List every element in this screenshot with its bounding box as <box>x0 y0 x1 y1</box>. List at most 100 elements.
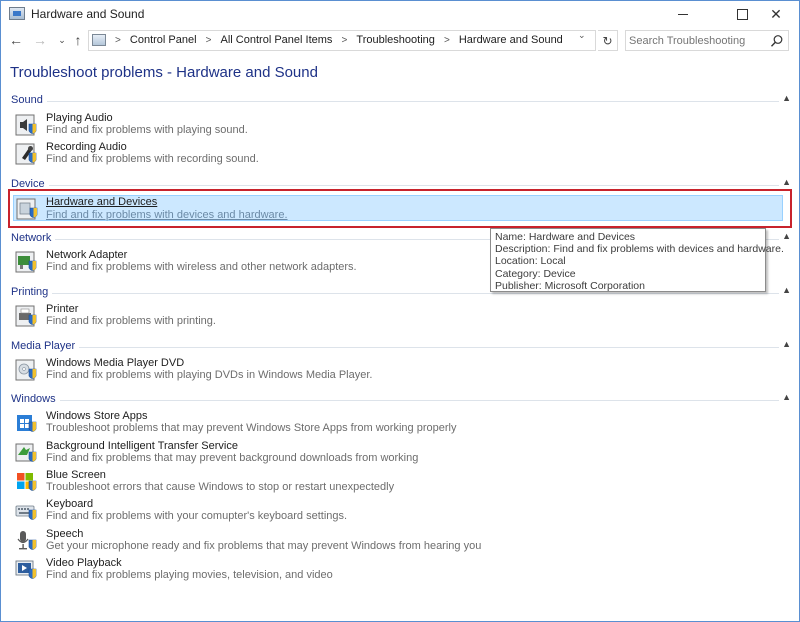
network-adapter-icon <box>15 251 37 273</box>
item-description: Find and fix problems with playing DVDs … <box>46 369 373 381</box>
tooltip: Name: Hardware and Devices Description: … <box>490 228 784 292</box>
address-dropdown-button[interactable]: ⌄ <box>578 30 586 41</box>
item-name[interactable]: Video Playback <box>46 557 122 569</box>
divider <box>11 185 779 186</box>
group-header-sound[interactable]: Sound ▲ <box>11 93 791 108</box>
tooltip-category: Category: Device <box>495 267 576 280</box>
speech-microphone-icon <box>17 531 37 550</box>
item-name[interactable]: Blue Screen <box>46 469 106 481</box>
item-description: Find and fix problems with devices and h… <box>46 209 288 221</box>
breadcrumb-separator: > <box>341 35 348 46</box>
troubleshooter-playing-audio[interactable]: Playing Audio Find and fix problems with… <box>15 111 783 139</box>
item-name[interactable]: Recording Audio <box>46 141 127 153</box>
troubleshooter-speech[interactable]: Speech Get your microphone ready and fix… <box>15 527 783 555</box>
keyboard-icon <box>15 505 37 520</box>
breadcrumb-control-panel[interactable]: Control Panel <box>130 34 197 46</box>
search-box[interactable] <box>625 30 789 51</box>
dvd-icon <box>15 359 37 381</box>
collapse-chevron-icon[interactable]: ▲ <box>782 285 791 295</box>
store-icon <box>17 415 37 432</box>
forward-button[interactable]: → <box>31 31 49 49</box>
troubleshooter-background-intelligent-transfer-service[interactable]: Background Intelligent Transfer Service … <box>15 439 783 467</box>
control-panel-icon <box>9 7 25 20</box>
item-name[interactable]: Playing Audio <box>46 112 113 124</box>
window-title: Hardware and Sound <box>31 7 145 21</box>
group-header-label: Network <box>11 232 56 244</box>
collapse-chevron-icon[interactable]: ▲ <box>782 392 791 402</box>
item-description: Find and fix problems with printing. <box>46 315 216 327</box>
troubleshooter-printer[interactable]: Printer Find and fix problems with print… <box>15 302 783 330</box>
item-description: Find and fix problems with recording sou… <box>46 153 259 165</box>
item-name[interactable]: Hardware and Devices <box>46 196 157 208</box>
divider <box>11 101 779 102</box>
troubleshooter-hardware-and-devices[interactable]: Hardware and Devices Find and fix proble… <box>13 195 783 221</box>
title-bar: Hardware and Sound ✕ <box>1 1 799 27</box>
group-header-label: Media Player <box>11 340 80 352</box>
item-description: Troubleshoot problems that may prevent W… <box>46 422 457 434</box>
item-name[interactable]: Windows Media Player DVD <box>46 357 184 369</box>
microphone-icon <box>15 143 37 165</box>
troubleshooter-blue-screen[interactable]: Blue Screen Troubleshoot errors that cau… <box>15 468 783 496</box>
item-description: Find and fix problems playing movies, te… <box>46 569 333 581</box>
group-header-windows[interactable]: Windows ▲ <box>11 392 791 407</box>
tooltip-location: Location: Local <box>495 255 566 268</box>
group-header-device[interactable]: Device ▲ <box>11 177 791 192</box>
window: Hardware and Sound ✕ ← → ⌄ ↑ > Control P… <box>0 0 800 622</box>
item-name[interactable]: Keyboard <box>46 498 93 510</box>
group-header-label: Device <box>11 178 49 190</box>
control-panel-icon <box>92 34 106 46</box>
tooltip-name: Name: Hardware and Devices <box>495 231 636 243</box>
close-button[interactable]: ✕ <box>753 1 799 27</box>
item-description: Troubleshoot errors that cause Windows t… <box>46 481 395 493</box>
troubleshooter-windows-media-player-dvd[interactable]: Windows Media Player DVD Find and fix pr… <box>15 356 783 384</box>
item-description: Find and fix problems with your comupter… <box>46 510 348 522</box>
divider <box>11 293 779 294</box>
breadcrumb-separator: > <box>443 35 450 46</box>
group-header-label: Windows <box>11 393 60 405</box>
breadcrumb: > Control Panel > All Control Panel Item… <box>109 34 563 46</box>
collapse-chevron-icon[interactable]: ▲ <box>782 177 791 187</box>
troubleshooter-windows-store-apps[interactable]: Windows Store Apps Troubleshoot problems… <box>15 409 783 437</box>
item-name[interactable]: Network Adapter <box>46 249 127 261</box>
troubleshooter-recording-audio[interactable]: Recording Audio Find and fix problems wi… <box>15 140 783 168</box>
breadcrumb-separator: > <box>115 35 121 46</box>
page-title: Troubleshoot problems - Hardware and Sou… <box>10 64 318 81</box>
refresh-button[interactable]: ↻ <box>598 30 618 51</box>
item-name[interactable]: Speech <box>46 528 83 540</box>
back-button[interactable]: ← <box>7 31 25 49</box>
group-header-label: Sound <box>11 94 47 106</box>
item-name[interactable]: Background Intelligent Transfer Service <box>46 440 238 452</box>
item-description: Find and fix problems with playing sound… <box>46 124 248 136</box>
search-icon[interactable] <box>770 34 784 48</box>
troubleshooter-keyboard[interactable]: Keyboard Find and fix problems with your… <box>15 497 783 525</box>
divider <box>11 400 779 401</box>
video-icon <box>15 560 37 579</box>
minimize-button[interactable] <box>661 1 707 27</box>
address-bar[interactable]: > Control Panel > All Control Panel Item… <box>88 30 596 51</box>
troubleshooter-video-playback[interactable]: Video Playback Find and fix problems pla… <box>15 556 783 584</box>
transfer-icon <box>15 443 37 462</box>
item-name[interactable]: Printer <box>46 303 78 315</box>
breadcrumb-separator: > <box>205 35 212 46</box>
collapse-chevron-icon[interactable]: ▲ <box>782 93 791 103</box>
breadcrumb-all-control-panel-items[interactable]: All Control Panel Items <box>221 34 333 46</box>
up-button[interactable]: ↑ <box>69 31 87 49</box>
speaker-icon <box>15 114 37 136</box>
breadcrumb-hardware-and-sound[interactable]: Hardware and Sound <box>459 34 563 46</box>
breadcrumb-troubleshooting[interactable]: Troubleshooting <box>356 34 434 46</box>
collapse-chevron-icon[interactable]: ▲ <box>782 339 791 349</box>
item-description: Find and fix problems that may prevent b… <box>46 452 419 464</box>
search-input[interactable] <box>629 33 769 48</box>
tooltip-publisher: Publisher: Microsoft Corporation <box>495 279 645 292</box>
divider <box>11 347 779 348</box>
item-description: Get your microphone ready and fix proble… <box>46 540 482 552</box>
group-header-media-player[interactable]: Media Player ▲ <box>11 339 791 354</box>
windows-logo-icon <box>17 473 37 491</box>
printer-icon <box>15 305 37 327</box>
collapse-chevron-icon[interactable]: ▲ <box>782 231 791 241</box>
device-icon <box>16 198 38 220</box>
item-name[interactable]: Windows Store Apps <box>46 410 148 422</box>
item-description: Find and fix problems with wireless and … <box>46 261 357 273</box>
group-header-label: Printing <box>11 286 53 298</box>
tooltip-description: Description: Find and fix problems with … <box>495 243 784 256</box>
